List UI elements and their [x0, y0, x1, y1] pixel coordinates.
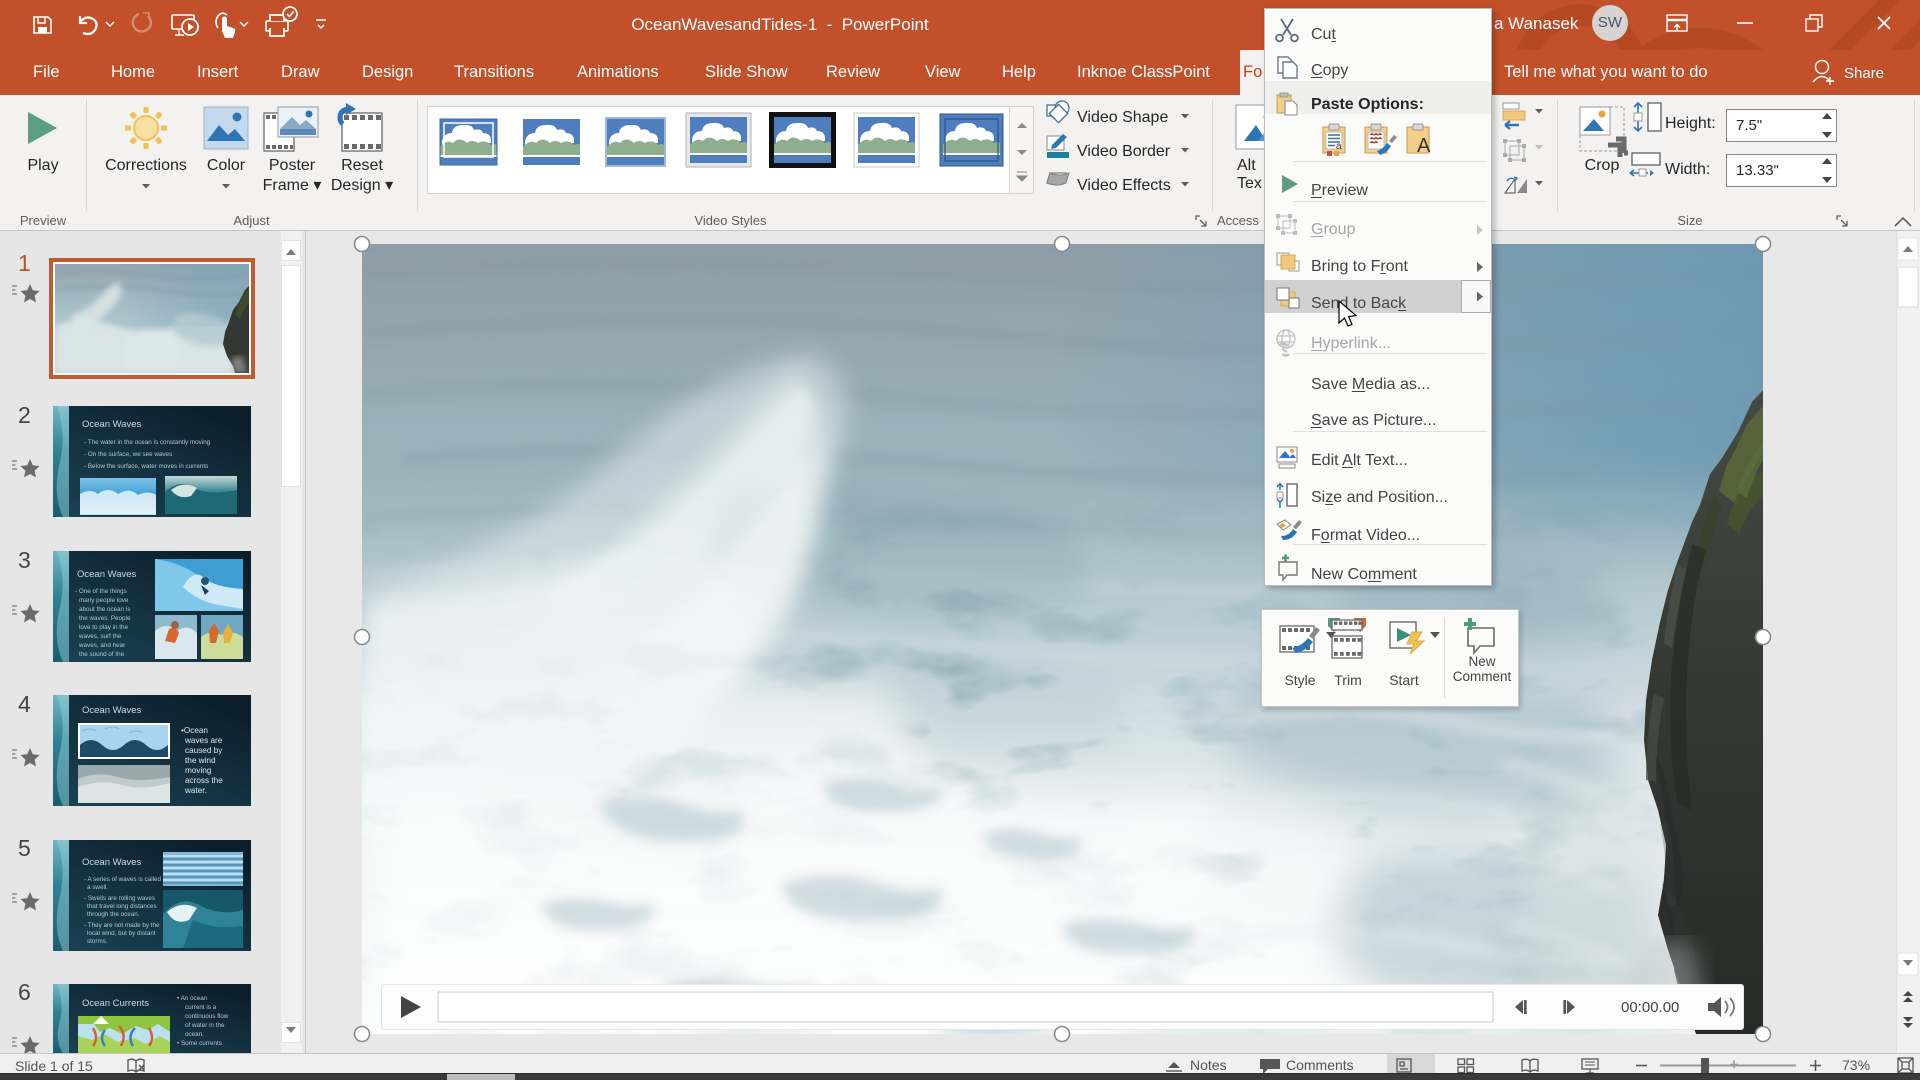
svg-text:caused by: caused by	[185, 746, 223, 755]
svg-text:of water in the: of water in the	[185, 1022, 225, 1029]
svg-text:that travel long distances: that travel long distances	[87, 903, 157, 910]
svg-text:- The water in the ocean is co: - The water in the ocean is constantly m…	[84, 439, 211, 446]
svg-text:• An ocean: • An ocean	[177, 995, 208, 1002]
svg-text:- They are not made by the: - They are not made by the	[84, 922, 160, 929]
svg-text:moving: moving	[185, 766, 212, 775]
svg-text:Ocean Currents: Ocean Currents	[82, 998, 149, 1009]
svg-text:Share: Share	[1844, 65, 1884, 82]
svg-text:- A series of waves is called: - A series of waves is called	[84, 876, 161, 883]
svg-text:through the ocean.: through the ocean.	[87, 911, 140, 918]
svg-text:the sound of the: the sound of the	[79, 651, 125, 658]
svg-text:Comments: Comments	[1286, 1057, 1354, 1073]
svg-text:ocean.: ocean.	[185, 1031, 204, 1038]
svg-text:Ocean Waves: Ocean Waves	[77, 569, 137, 580]
svg-text:73%: 73%	[1842, 1057, 1870, 1073]
svg-text:local wind, but by distant: local wind, but by distant	[87, 930, 156, 937]
svg-text:- One of the things: - One of the things	[75, 588, 127, 595]
svg-text:Ocean Waves: Ocean Waves	[82, 419, 142, 430]
svg-text:a: a	[1336, 141, 1342, 152]
svg-text:Notes: Notes	[1190, 1057, 1227, 1073]
svg-text:storms.: storms.	[87, 938, 108, 945]
svg-text:many people love: many people love	[79, 597, 129, 604]
svg-text:•Ocean: •Ocean	[181, 726, 208, 735]
svg-text:A: A	[1417, 135, 1431, 157]
svg-text:water.: water.	[184, 786, 207, 795]
svg-text:a swell.: a swell.	[87, 884, 108, 891]
svg-text:love to play in the: love to play in the	[79, 624, 129, 631]
svg-text:- Swells are rolling waves: - Swells are rolling waves	[84, 895, 155, 902]
svg-text:about the ocean is: about the ocean is	[79, 606, 130, 613]
svg-text:Ocean Waves: Ocean Waves	[82, 705, 142, 716]
svg-text:the wind: the wind	[185, 756, 216, 765]
svg-text:- Below the surface, water mov: - Below the surface, water moves in curr…	[84, 463, 208, 470]
svg-text:continuous flow: continuous flow	[185, 1013, 229, 1020]
svg-text:across the: across the	[185, 776, 223, 785]
svg-text:Ocean Waves: Ocean Waves	[82, 857, 142, 868]
svg-text:the waves. People: the waves. People	[79, 615, 131, 622]
svg-text:waves, surf the: waves, surf the	[78, 633, 122, 640]
svg-text:waves are: waves are	[184, 736, 223, 745]
svg-text:current is a: current is a	[185, 1004, 217, 1011]
svg-text:waves, and hear: waves, and hear	[78, 642, 125, 649]
svg-text:• Some currents: • Some currents	[177, 1040, 222, 1047]
svg-text:- On the surface, we see waves: - On the surface, we see waves	[84, 451, 172, 458]
